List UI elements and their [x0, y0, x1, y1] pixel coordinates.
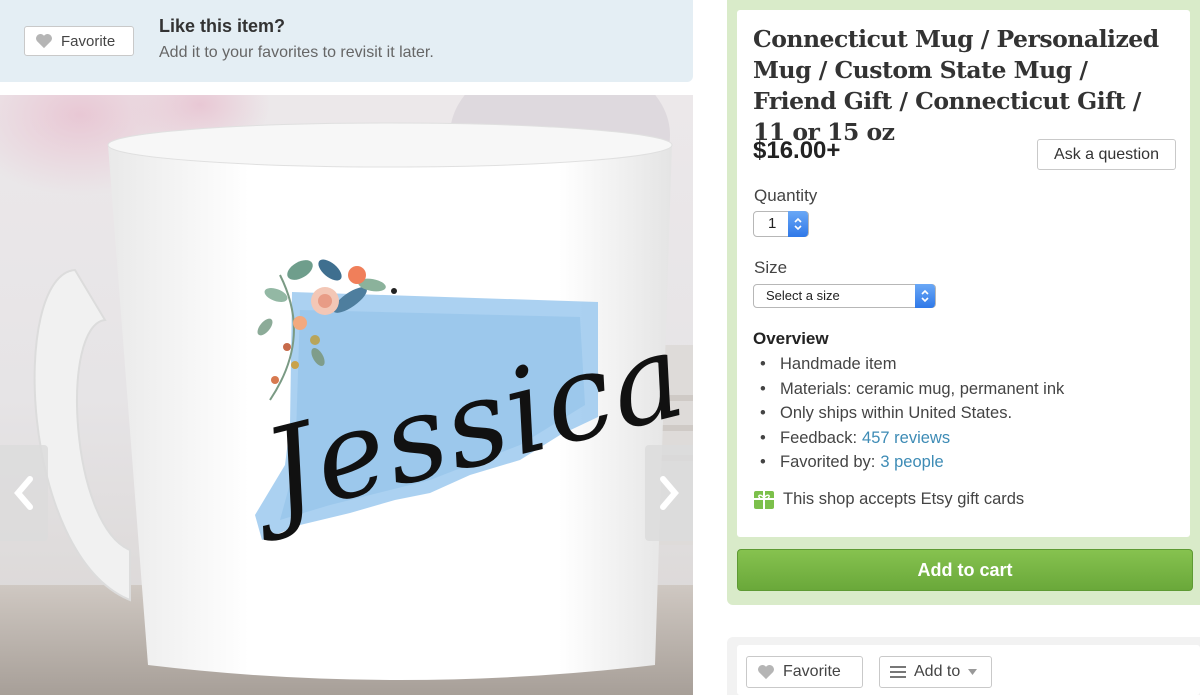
- favorite-button[interactable]: Favorite: [24, 26, 134, 56]
- favorited-by-link[interactable]: 3 people: [880, 450, 943, 475]
- next-image-button[interactable]: [645, 445, 693, 541]
- size-value: Select a size: [766, 288, 840, 303]
- favorite-banner-title: Like this item?: [159, 16, 286, 36]
- gift-card-notice: This shop accepts Etsy gift cards: [754, 490, 1024, 509]
- select-arrows-icon: [915, 284, 935, 308]
- list-item: • Handmade item: [760, 355, 897, 373]
- ask-question-button[interactable]: Ask a question: [1037, 139, 1176, 170]
- favorite-button-label: Favorite: [61, 32, 116, 50]
- gift-card-text: This shop accepts Etsy gift cards: [783, 490, 1025, 508]
- list-item: • Materials: ceramic mug, permanent ink: [760, 379, 1065, 398]
- add-to-label: Add to: [914, 663, 961, 680]
- mug-illustration: Jessica: [0, 95, 693, 695]
- heart-icon: [36, 33, 52, 49]
- overview-title: Overview: [753, 329, 829, 348]
- list-item: • Feedback: 457 reviews: [760, 426, 1064, 451]
- favorite-label: Favorite: [783, 663, 841, 680]
- overview-list: • Handmade item • Materials: ceramic mug, …: [760, 352, 1064, 475]
- quantity-select[interactable]: 1: [753, 211, 809, 237]
- previous-image-button[interactable]: [0, 445, 48, 541]
- quantity-value: 1: [768, 215, 777, 232]
- gift-card-icon: [754, 490, 774, 509]
- list-item: • Only ships within United States.: [760, 404, 1013, 422]
- quantity-label: Quantity: [754, 186, 818, 205]
- size-label: Size: [754, 258, 788, 277]
- chevron-right-icon: [660, 476, 679, 510]
- favorite-banner: Favorite Like this item? Add it to your …: [0, 0, 693, 82]
- add-to-list-button[interactable]: Add to: [879, 656, 992, 688]
- listing-title: Connecticut Mug / Personalized Mug / Cus…: [753, 25, 1159, 146]
- list-icon: [890, 666, 906, 678]
- listing-price: $16.00+: [753, 137, 841, 164]
- add-to-cart-button[interactable]: Add to cart: [737, 549, 1193, 591]
- chevron-left-icon: [14, 476, 33, 510]
- size-select[interactable]: Select a size: [753, 284, 936, 308]
- heart-icon: [758, 664, 774, 680]
- caret-down-icon: [968, 669, 978, 675]
- favorite-button-secondary[interactable]: Favorite: [746, 656, 863, 688]
- select-arrows-icon: [788, 211, 808, 237]
- list-item: • Favorited by: 3 people: [760, 450, 1064, 475]
- product-image[interactable]: Jessica: [0, 95, 693, 695]
- reviews-link[interactable]: 457 reviews: [862, 426, 950, 451]
- favorite-banner-subtitle: Add it to your favorites to revisit it l…: [159, 44, 434, 61]
